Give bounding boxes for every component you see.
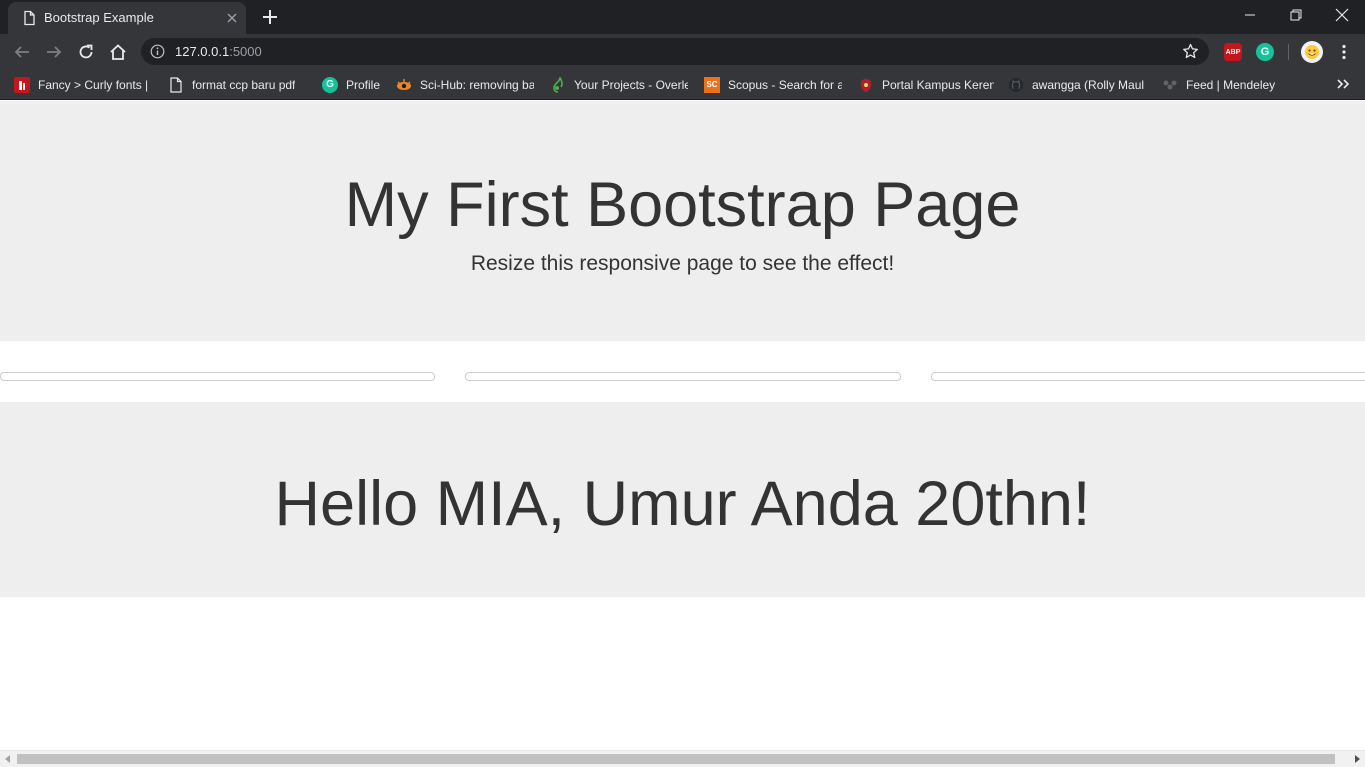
column-box-1	[0, 372, 435, 381]
url-host: 127.0.0.1	[175, 44, 230, 59]
bookmark-item[interactable]: Sci-Hub: removing ba	[396, 76, 534, 93]
scihub-icon	[396, 77, 412, 93]
page-viewport: My First Bootstrap Page Resize this resp…	[0, 101, 1365, 750]
scrollbar-thumb[interactable]	[17, 754, 1335, 764]
forward-arrow-icon	[47, 46, 62, 58]
reload-icon	[79, 44, 93, 59]
column-box-3	[931, 372, 1365, 381]
greeting-heading: Hello MIA, Umur Anda 20thn!	[274, 469, 1091, 539]
scroll-left-arrow-icon[interactable]	[4, 755, 12, 763]
minimize-icon	[1245, 14, 1255, 16]
home-button[interactable]	[106, 40, 130, 64]
page-subtitle: Resize this responsive page to see the e…	[470, 252, 895, 275]
close-tab-icon[interactable]	[224, 10, 240, 26]
close-icon	[1335, 8, 1349, 22]
bookmark-item[interactable]: Your Projects - Overle	[550, 76, 688, 93]
profile-avatar[interactable]	[1301, 41, 1323, 63]
scroll-right-arrow-icon[interactable]	[1353, 755, 1361, 763]
restore-icon	[1290, 9, 1302, 21]
scopus-icon: SC	[704, 76, 720, 93]
horizontal-scrollbar[interactable]	[0, 750, 1365, 767]
bookmark-item[interactable]: Fancy > Curly fonts |	[14, 76, 148, 93]
bookmark-item[interactable]: format ccp baru pdf	[168, 76, 304, 93]
tab-title: Bootstrap Example	[44, 10, 154, 25]
home-icon	[110, 44, 126, 60]
page-title: My First Bootstrap Page	[344, 170, 1021, 240]
back-button[interactable]	[10, 40, 34, 64]
browser-titlebar: Bootstrap Example	[0, 0, 1365, 34]
mendeley-icon	[1162, 77, 1178, 93]
fancy-icon	[14, 76, 30, 93]
grammarly-icon: G	[322, 76, 338, 93]
double-chevron-right-icon	[1337, 79, 1350, 89]
page-icon	[168, 76, 184, 93]
toolbar-separator	[1288, 44, 1289, 60]
url-text[interactable]: 127.0.0.1:5000	[175, 44, 262, 59]
portal-icon	[858, 77, 874, 93]
new-tab-icon[interactable]	[258, 5, 282, 29]
bookmarks-bar: Fancy > Curly fonts | format ccp baru pd…	[0, 69, 1365, 100]
bookmark-item[interactable]: Feed | Mendeley	[1162, 76, 1278, 93]
back-arrow-icon	[14, 46, 29, 58]
adblock-plus-icon[interactable]: ABP	[1224, 43, 1242, 61]
bookmark-item[interactable]: awangga (Rolly Maul	[1008, 76, 1146, 93]
emoji-face-icon	[1305, 45, 1319, 59]
forward-button[interactable]	[42, 40, 66, 64]
restore-button[interactable]	[1273, 0, 1319, 30]
column-box-2	[465, 372, 901, 381]
overleaf-icon	[550, 76, 566, 93]
kebab-menu-icon	[1342, 44, 1346, 60]
menu-button[interactable]	[1332, 40, 1356, 64]
browser-tab[interactable]: Bootstrap Example	[8, 2, 246, 34]
jumbotron: My First Bootstrap Page Resize this resp…	[0, 101, 1365, 341]
bookmark-star-icon[interactable]	[1182, 43, 1199, 60]
address-bar[interactable]: 127.0.0.1:5000	[141, 38, 1209, 65]
reload-button[interactable]	[74, 40, 98, 64]
grammarly-extension-icon[interactable]: G	[1256, 43, 1274, 61]
more-bookmarks-button[interactable]	[1335, 76, 1351, 92]
url-port: :5000	[229, 44, 262, 59]
greeting-jumbotron: Hello MIA, Umur Anda 20thn!	[0, 402, 1365, 597]
bookmark-item[interactable]: SC Scopus - Search for a	[704, 76, 842, 93]
info-icon[interactable]	[150, 44, 165, 59]
github-icon	[1008, 77, 1024, 93]
bookmark-item[interactable]: G Profile	[322, 76, 384, 93]
page-icon	[24, 10, 35, 26]
minimize-button[interactable]	[1227, 0, 1273, 30]
browser-toolbar: 127.0.0.1:5000 ABP G	[0, 34, 1365, 69]
bookmark-item[interactable]: Portal Kampus Keren	[858, 76, 994, 93]
close-window-button[interactable]	[1319, 0, 1365, 30]
